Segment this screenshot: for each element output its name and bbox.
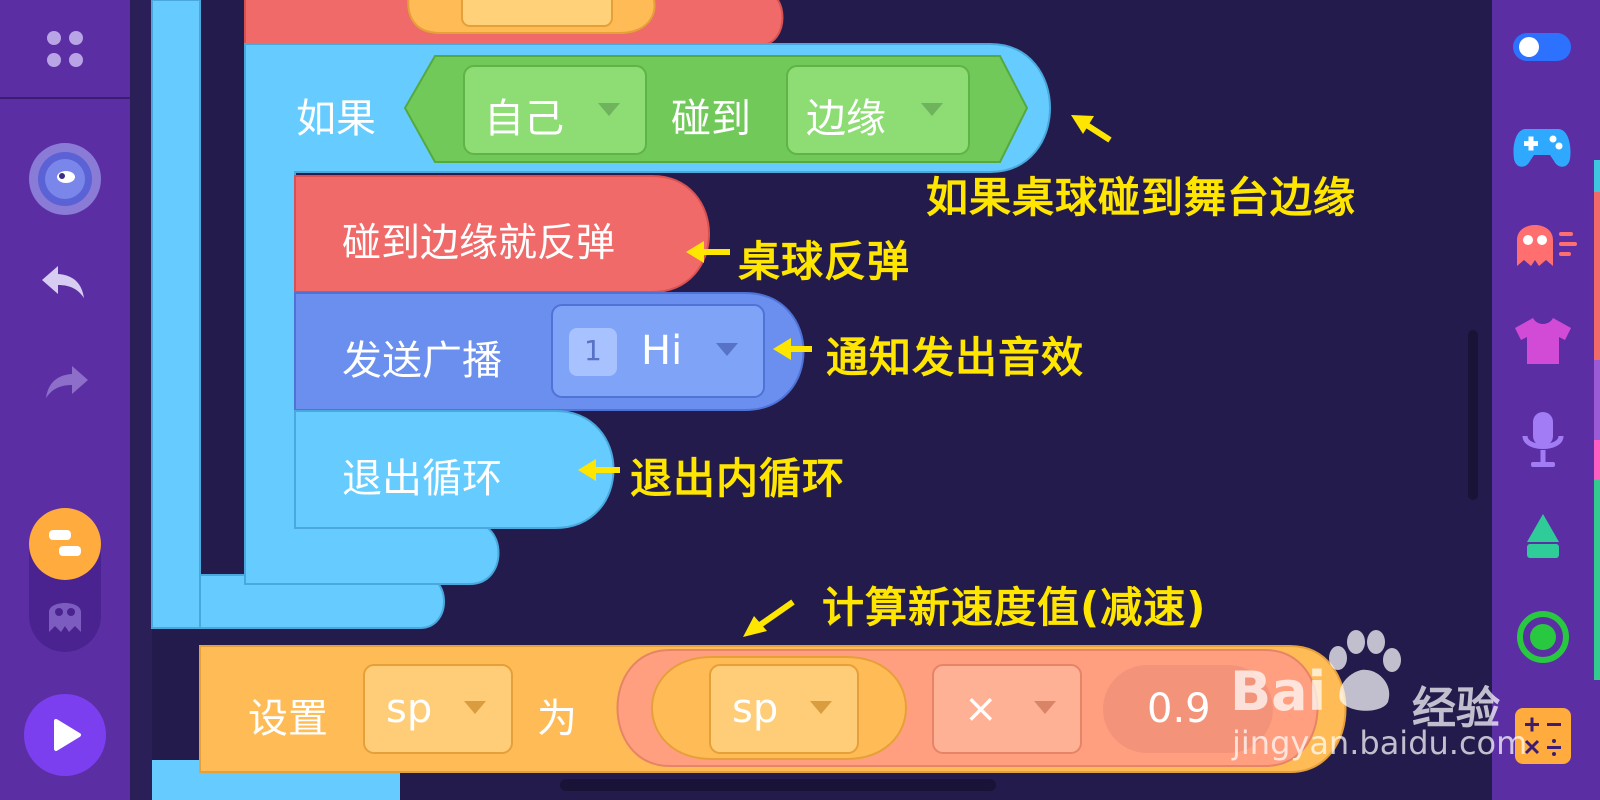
number-input[interactable]: 0.9 — [1147, 686, 1211, 732]
broadcast-value-dropdown[interactable]: Hi — [641, 328, 682, 374]
chevron-down-icon — [921, 103, 943, 116]
vertical-scrollbar — [1468, 330, 1478, 500]
inner-var-dropdown[interactable]: sp — [732, 686, 778, 732]
watermark-url: jingyan.baidu.com — [1232, 724, 1528, 762]
if-label: 如果 — [296, 96, 376, 142]
broadcast-annotation: 通知发出音效 — [826, 333, 1085, 382]
chevron-down-icon — [810, 701, 832, 714]
break-label[interactable]: 退出循环 — [342, 446, 502, 504]
bounce-annotation: 桌球反弹 — [738, 237, 911, 286]
operator-dropdown-slot — [932, 664, 1082, 754]
broadcast-number: 1 — [584, 334, 602, 367]
move-value-inner — [461, 0, 613, 27]
chevron-down-icon — [464, 701, 486, 714]
to-label: 为 — [537, 696, 577, 742]
break-annotation: 退出内循环 — [630, 454, 846, 503]
if-annotation: 如果桌球碰到舞台边缘 — [926, 173, 1357, 222]
set-annotation: 计算新速度值(减速) — [822, 583, 1207, 632]
watermark-brand: Bai — [1230, 660, 1327, 723]
touch-label: 碰到 — [671, 96, 751, 142]
set-label: 设置 — [248, 696, 328, 742]
set-var-dropdown[interactable]: sp — [386, 686, 432, 732]
horizontal-scrollbar — [560, 779, 996, 791]
operator-dropdown[interactable]: × — [964, 686, 998, 732]
edge-dropdown[interactable]: 边缘 — [806, 86, 886, 144]
chevron-down-icon — [1034, 701, 1056, 714]
chevron-down-icon — [716, 343, 738, 356]
self-dropdown[interactable]: 自己 — [484, 86, 564, 144]
chevron-down-icon — [598, 103, 620, 116]
broadcast-label[interactable]: 发送广播 — [342, 328, 502, 386]
bounce-label[interactable]: 碰到边缘就反弹 — [342, 212, 615, 268]
baidu-paw-logo — [1318, 628, 1408, 714]
